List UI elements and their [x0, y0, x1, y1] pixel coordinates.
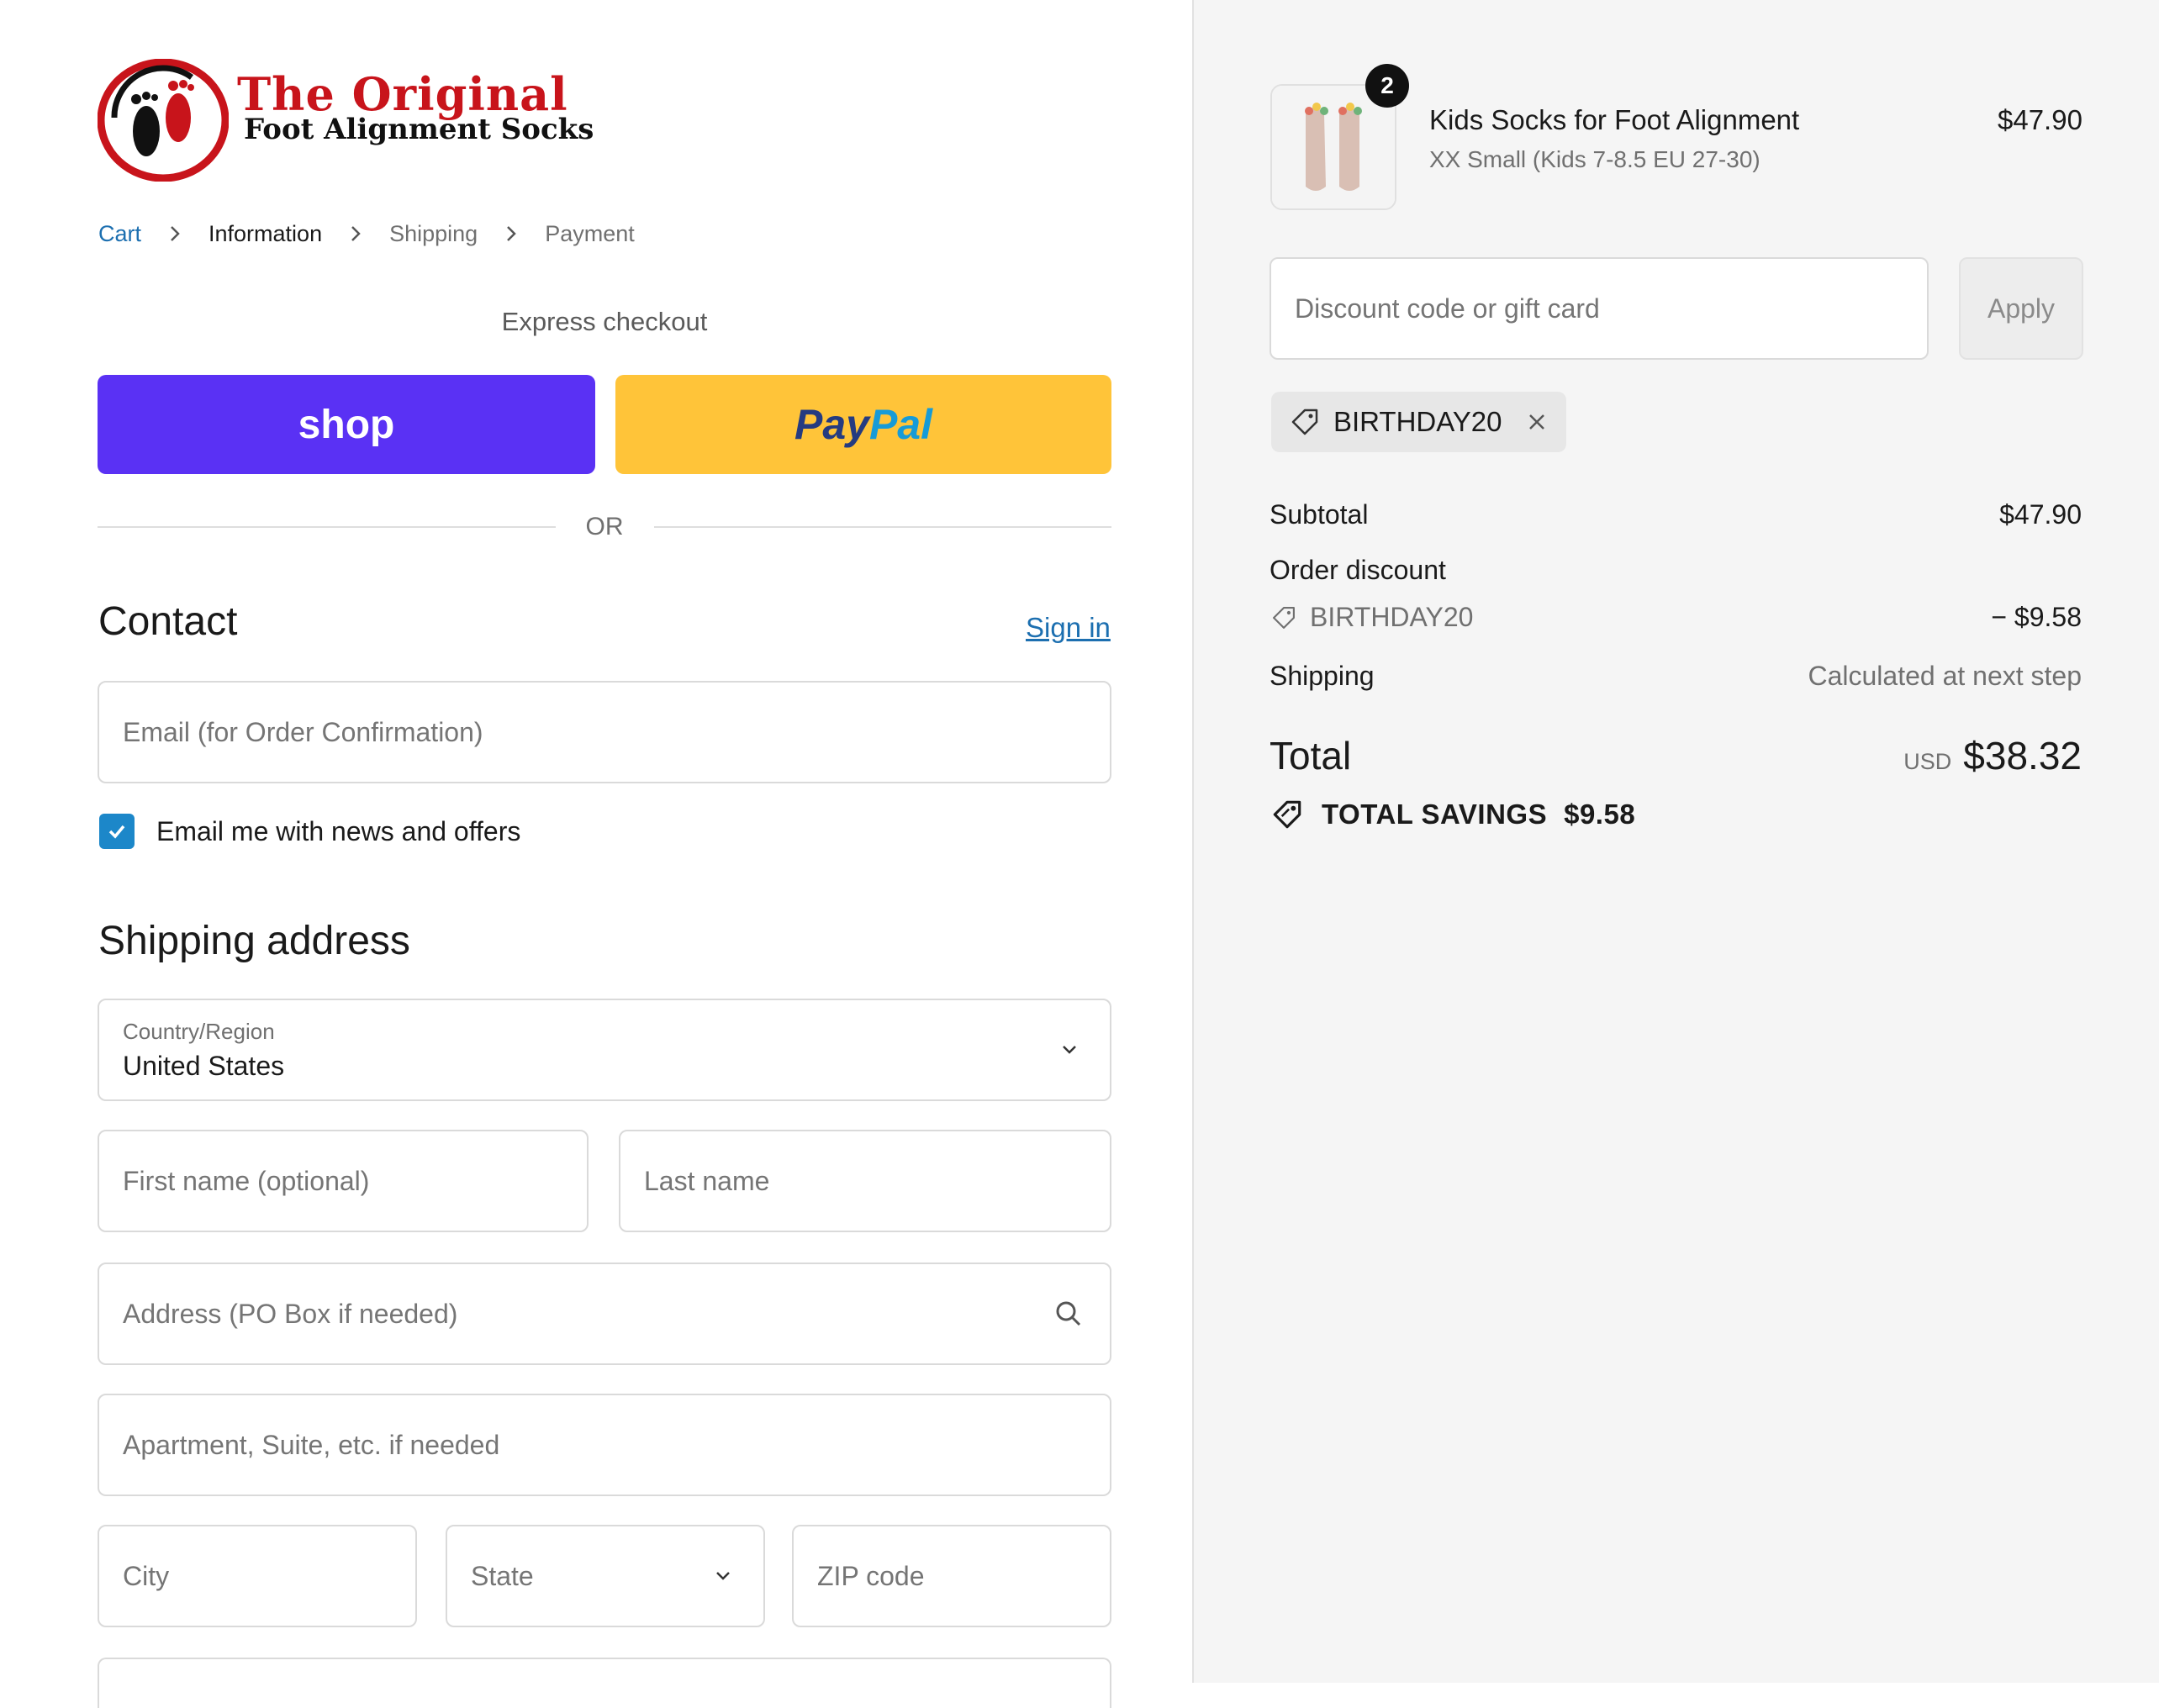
breadcrumb-information: Information [209, 220, 323, 246]
footprint-logo-icon [98, 59, 229, 182]
applied-discount-code: BIRTHDAY20 [1333, 406, 1502, 437]
brand-logo[interactable]: The Original Foot Alignment Socks [98, 59, 594, 185]
paypal-label-part2: Pal [868, 401, 933, 448]
quantity-badge: 2 [1365, 64, 1409, 108]
apply-discount-button[interactable]: Apply [1959, 257, 2083, 360]
shop-pay-label: shop [298, 402, 395, 447]
total-value: $38.32 [1963, 734, 2082, 778]
checkout-form-panel: The Original Foot Alignment Socks Cart I… [0, 0, 1192, 1708]
total-savings: TOTAL SAVINGS $9.58 [1270, 797, 1635, 832]
order-summary-panel [1192, 0, 2159, 1683]
total-savings-label: TOTAL SAVINGS [1322, 799, 1548, 830]
country-label: Country/Region [123, 1019, 275, 1044]
brand-name-line2: Foot Alignment Socks [244, 113, 594, 146]
discount-code-row: BIRTHDAY20 [1270, 602, 1473, 633]
discount-value: − $9.58 [1991, 602, 2082, 632]
newsletter-option[interactable]: Email me with news and offers [99, 812, 520, 851]
address-field-wrapper [98, 1263, 1111, 1365]
total-currency: USD [1903, 749, 1952, 774]
discount-field-wrapper [1270, 257, 1929, 360]
state-select[interactable]: State [446, 1525, 765, 1627]
state-placeholder: State [471, 1560, 534, 1591]
zip-field[interactable] [794, 1526, 1110, 1626]
total-amount: USD $38.32 [1829, 733, 2082, 778]
last-name-field-wrapper [619, 1130, 1111, 1232]
sign-in-link[interactable]: Sign in [1026, 612, 1111, 644]
breadcrumb-payment: Payment [545, 220, 635, 246]
chevron-right-icon [351, 226, 361, 241]
subtotal-label: Subtotal [1270, 499, 1369, 530]
discount-code-input[interactable] [1271, 259, 1927, 358]
checkmark-icon [108, 825, 125, 839]
address-field[interactable] [99, 1264, 1110, 1363]
zip-field-wrapper [792, 1525, 1111, 1627]
breadcrumb: Cart Information Shipping Payment [98, 219, 635, 249]
chevron-right-icon [507, 226, 516, 241]
contact-heading: Contact [98, 599, 238, 644]
chevron-down-icon [1063, 1046, 1076, 1054]
country-select[interactable]: Country/Region United States [98, 999, 1111, 1101]
tag-icon [1273, 606, 1295, 629]
shipping-label: Shipping [1270, 661, 1375, 691]
product-variant: XX Small (Kids 7-8.5 EU 27-30) [1429, 146, 1760, 172]
shipping-value: Calculated at next step [1808, 661, 2082, 691]
breadcrumb-shipping: Shipping [389, 220, 478, 246]
country-value: United States [123, 1051, 285, 1081]
chevron-down-icon [716, 1572, 730, 1580]
chevron-right-icon [171, 226, 180, 241]
express-checkout-label: Express checkout [501, 307, 708, 336]
paypal-label-part1: Pay [794, 401, 869, 448]
email-field[interactable] [99, 683, 1110, 782]
last-name-field[interactable] [620, 1131, 1110, 1231]
product-name: Kids Socks for Foot Alignment [1429, 104, 1800, 135]
subtotal-value: $47.90 [1999, 499, 2082, 530]
or-label: OR [585, 513, 624, 540]
divider-line [653, 526, 1111, 528]
city-field[interactable] [99, 1526, 415, 1626]
close-icon[interactable] [1524, 409, 1549, 435]
newsletter-checkbox[interactable] [99, 814, 135, 849]
shipping-address-heading: Shipping address [98, 919, 410, 963]
tag-icon [1291, 409, 1318, 435]
applied-discount-chip: BIRTHDAY20 [1271, 392, 1566, 452]
next-field-partial[interactable] [98, 1658, 1111, 1708]
email-field-wrapper [98, 681, 1111, 783]
total-label: Total [1270, 734, 1352, 778]
or-divider: OR [98, 510, 1111, 544]
paypal-button[interactable]: Pay Pal [615, 375, 1111, 474]
discount-code-label: BIRTHDAY20 [1310, 602, 1474, 632]
newsletter-label: Email me with news and offers [156, 815, 521, 846]
city-field-wrapper [98, 1525, 417, 1627]
product-price: $47.90 [1998, 104, 2082, 135]
apartment-field[interactable] [99, 1395, 1110, 1494]
shop-pay-button[interactable]: shop [98, 375, 595, 474]
apartment-field-wrapper [98, 1394, 1111, 1496]
divider-line [98, 526, 556, 528]
order-discount-label: Order discount [1270, 555, 1446, 585]
first-name-field-wrapper [98, 1130, 589, 1232]
savings-tag-icon [1273, 800, 1301, 829]
breadcrumb-cart[interactable]: Cart [98, 221, 141, 247]
total-savings-value: $9.58 [1564, 799, 1636, 830]
first-name-field[interactable] [99, 1131, 587, 1231]
search-icon[interactable] [1053, 1298, 1085, 1330]
